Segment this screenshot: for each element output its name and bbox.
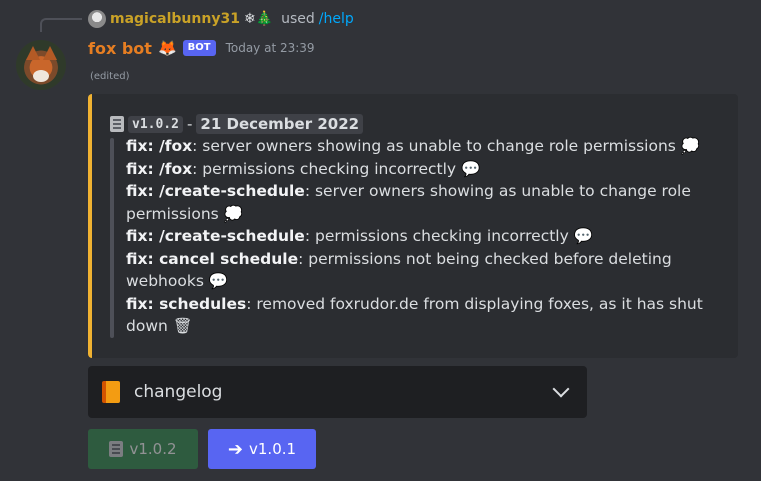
bot-badge: BOT	[182, 40, 216, 56]
changelog-select-menu[interactable]: changelog	[88, 366, 587, 418]
arrow-right-icon: ➔	[227, 438, 244, 460]
list-item: fix: /fox: server owners showing as unab…	[126, 137, 701, 155]
thought-bubble-icon: 💭	[680, 137, 701, 155]
reply-username[interactable]: magicalbunny31	[110, 11, 240, 27]
list-item: fix: cancel schedule: permissions not be…	[126, 249, 672, 291]
fox-emoji-icon: 🦊	[157, 39, 177, 57]
speech-bubble-icon: 💬	[461, 159, 481, 178]
changelog-notes: fix: /fox: server owners showing as unab…	[126, 135, 721, 338]
embed-title: v1.0.2 - 21 December 2022	[110, 114, 364, 134]
orange-book-icon	[102, 381, 120, 403]
edited-label: (edited)	[90, 71, 130, 82]
book-icon	[110, 116, 124, 132]
message-username[interactable]: fox bot	[88, 39, 152, 58]
reply-reference[interactable]: magicalbunny31 ❄🎄 used /help	[88, 8, 354, 30]
blockquote-bar	[110, 138, 114, 338]
message-timestamp[interactable]: Today at 23:39	[226, 41, 315, 55]
avatar[interactable]	[16, 40, 66, 90]
reply-command[interactable]: /help	[319, 11, 354, 27]
book-icon	[109, 441, 124, 457]
chevron-down-icon	[552, 380, 570, 398]
reply-decorations: ❄🎄	[243, 11, 274, 27]
reply-avatar	[88, 10, 106, 28]
previous-version-label: v1.0.1	[249, 440, 297, 458]
speech-bubble-icon: 💬	[573, 227, 594, 245]
list-item: fix: schedules: removed foxrudor.de from…	[126, 294, 703, 336]
reply-connector	[40, 18, 82, 32]
list-item: fix: /create-schedule: permissions check…	[126, 227, 594, 245]
list-item: fix: /fox: permissions checking incorrec…	[126, 159, 481, 178]
changelog-embed: v1.0.2 - 21 December 2022 fix: /fox: ser…	[88, 94, 738, 358]
list-item: fix: /create-schedule: server owners sho…	[126, 182, 691, 223]
speech-bubble-icon: 💬	[208, 272, 229, 290]
thought-bubble-icon: 💭	[223, 204, 243, 223]
message-header: fox bot 🦊 BOT Today at 23:39	[88, 36, 315, 60]
wastebasket-icon: 🗑	[172, 317, 193, 335]
version-code: v1.0.2	[128, 115, 183, 133]
current-version-button[interactable]: v1.0.2	[88, 429, 198, 469]
select-label: changelog	[134, 382, 223, 402]
title-separator: -	[186, 115, 193, 133]
previous-version-button[interactable]: ➔ v1.0.1	[208, 429, 316, 469]
release-date: 21 December 2022	[196, 114, 364, 134]
reply-used-text: used	[281, 11, 315, 27]
current-version-label: v1.0.2	[129, 440, 177, 458]
